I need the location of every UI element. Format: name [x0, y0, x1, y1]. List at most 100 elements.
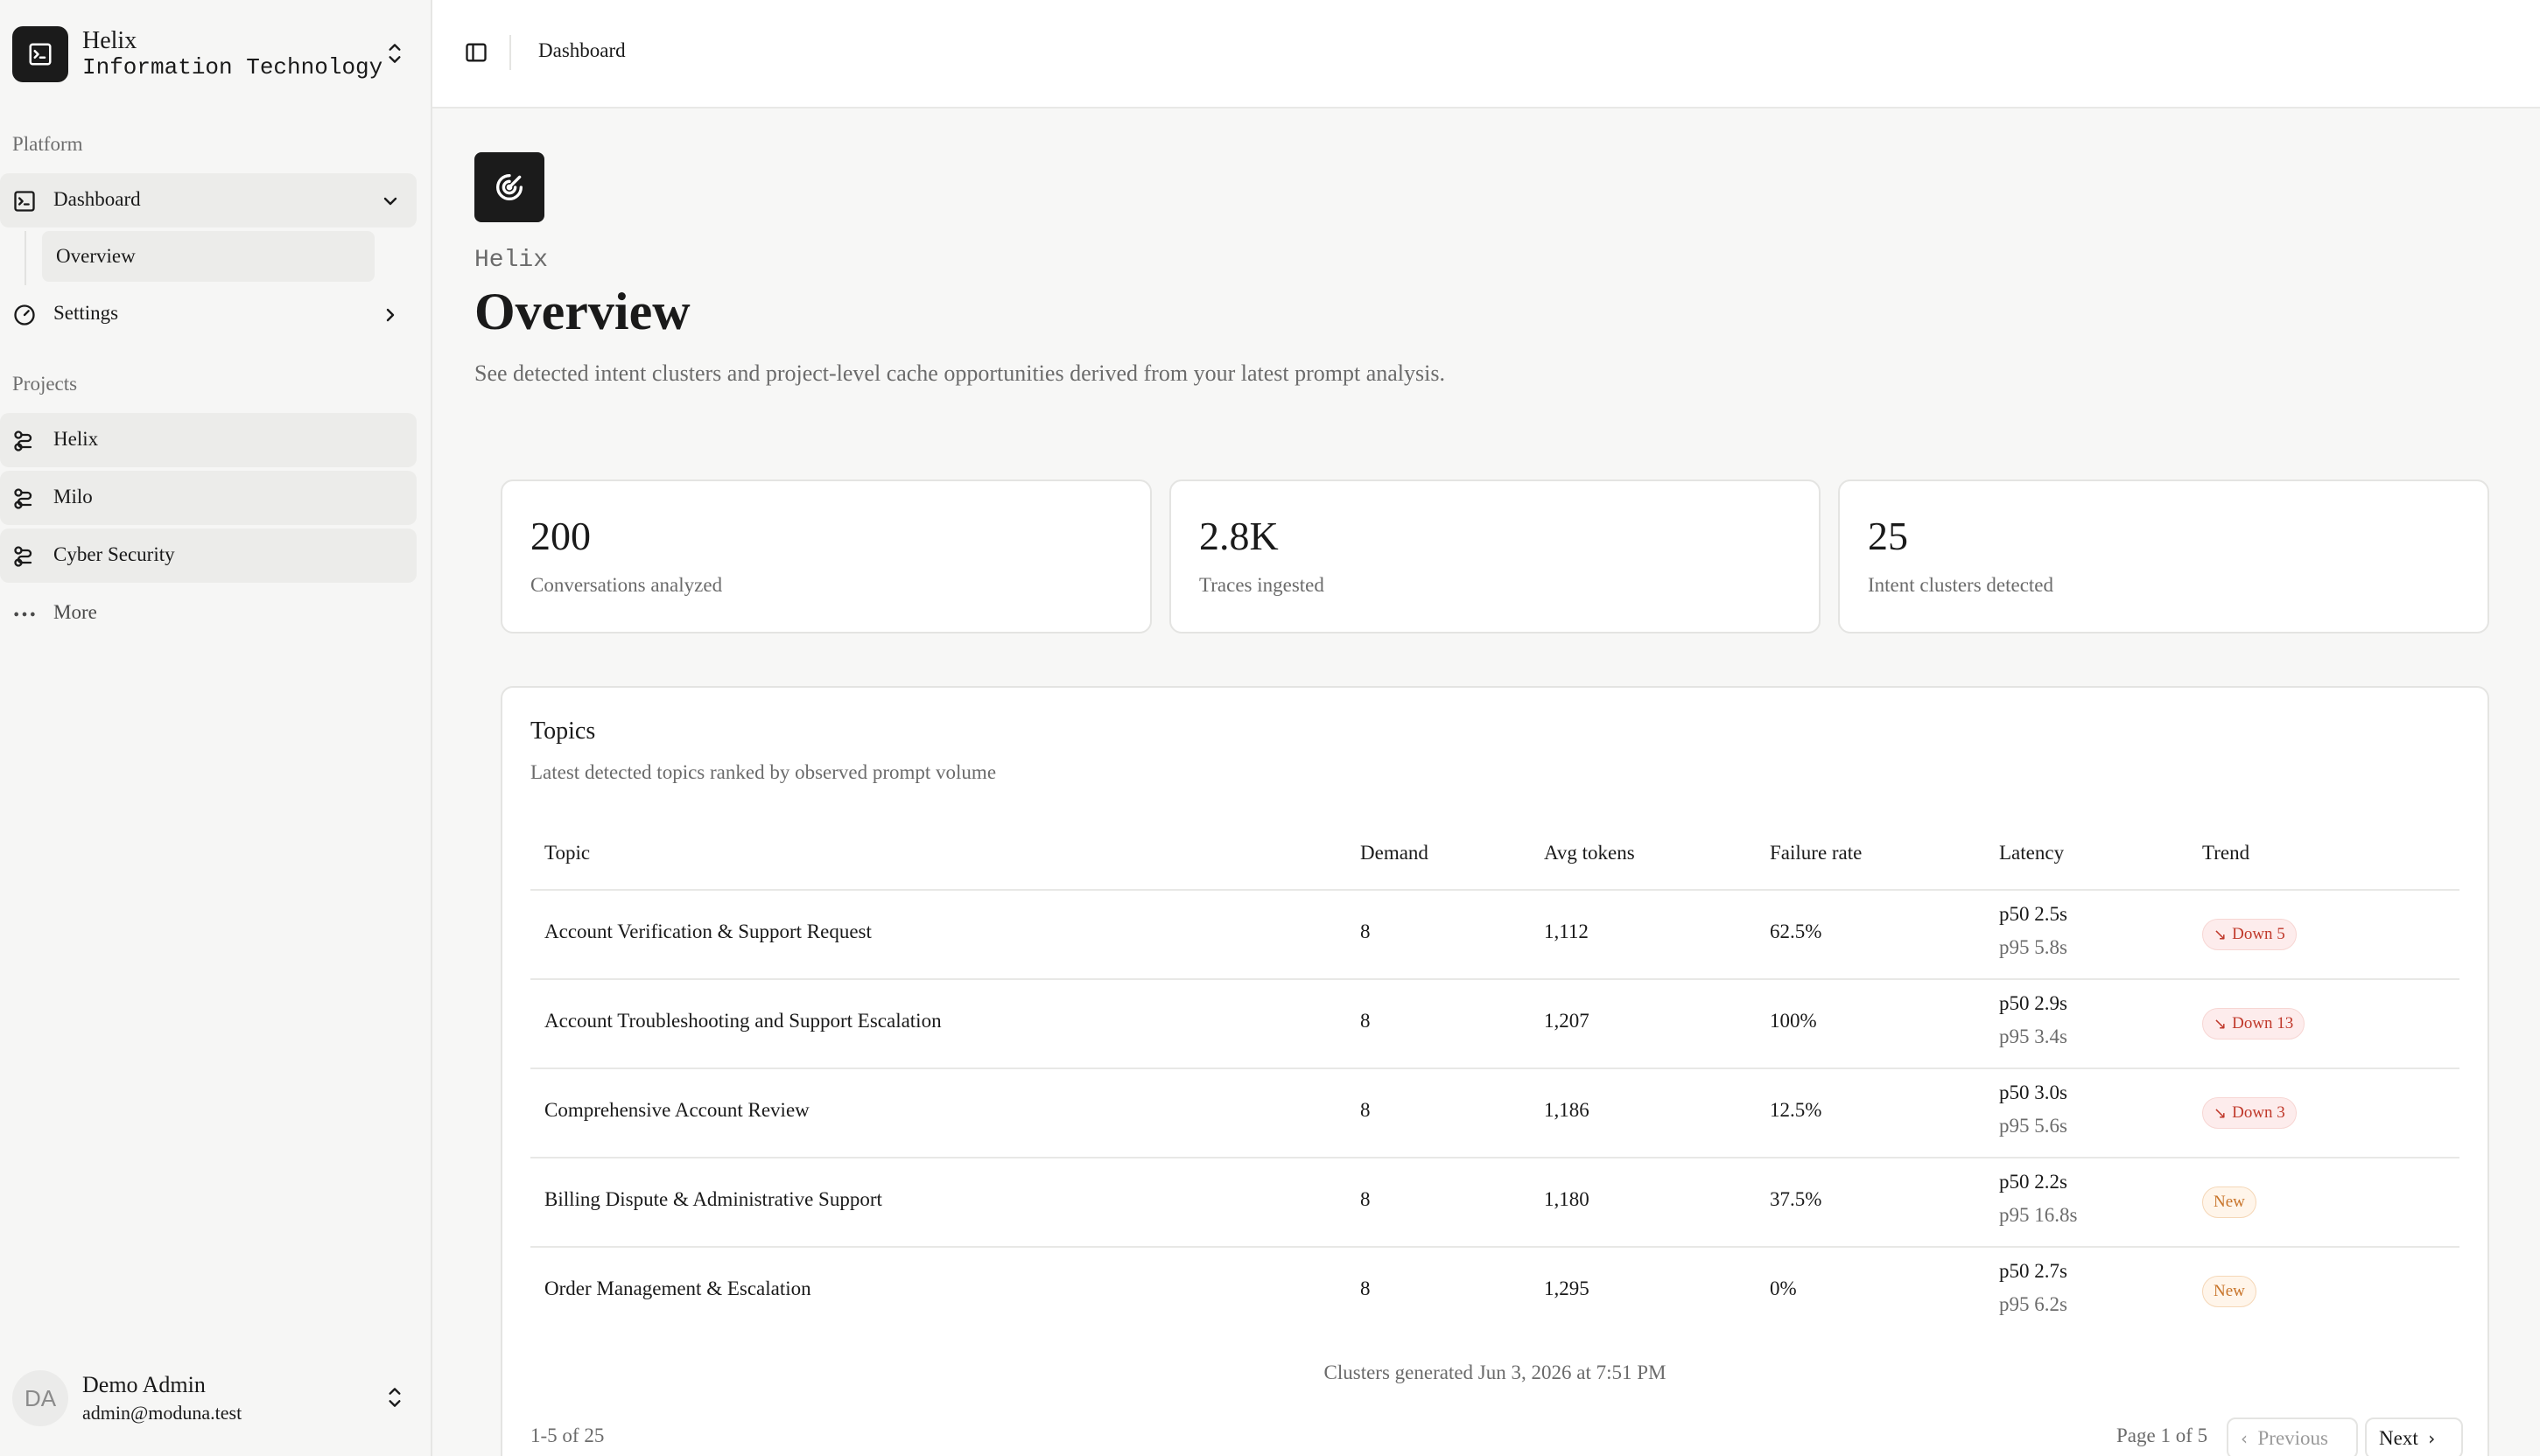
user-menu[interactable]: DA Demo Admin admin@moduna.test [12, 1370, 420, 1428]
org-subtitle: Information Technology [82, 54, 383, 81]
demand-cell: 8 [1360, 1099, 1371, 1121]
trend-label: Down 5 [2232, 925, 2285, 943]
latency-p50: p50 3.0s [1999, 1082, 2067, 1103]
latency-p50: p50 2.9s [1999, 992, 2067, 1014]
page-title: Overview [474, 283, 691, 340]
terminal-icon [12, 189, 37, 214]
topic-cell: Comprehensive Account Review [544, 1099, 810, 1121]
page-eyebrow: Helix [474, 247, 549, 274]
clusters-generated-note: Clusters generated Jun 3, 2026 at 7:51 P… [1323, 1362, 1666, 1383]
projects-label: Projects [12, 373, 78, 395]
trending-down-icon: ↘ [2214, 1103, 2228, 1123]
chevron-down-icon [380, 191, 401, 217]
user-email: admin@moduna.test [82, 1402, 242, 1424]
topics-subtitle: Latest detected topics ranked by observe… [530, 761, 997, 783]
demand-cell: 8 [1360, 1278, 1371, 1299]
previous-page-button[interactable]: ‹ Previous [2227, 1418, 2358, 1456]
row-divider [530, 1157, 2459, 1158]
topic-cell: Order Management & Escalation [544, 1278, 811, 1299]
chevron-left-icon: ‹ [2241, 1428, 2248, 1449]
column-header-demand[interactable]: Demand [1360, 842, 1428, 864]
trend-label: Down 13 [2232, 1014, 2294, 1032]
latency-p50: p50 2.5s [1999, 903, 2067, 925]
workflow-icon [12, 544, 37, 569]
column-header-failure-rate[interactable]: Failure rate [1770, 842, 1862, 864]
previous-label: Previous [2257, 1427, 2329, 1449]
avg-tokens-cell: 1,180 [1544, 1188, 1589, 1210]
avg-tokens-cell: 1,295 [1544, 1278, 1589, 1299]
platform-label: Platform [12, 133, 83, 155]
sidebar-item-label: Helix [53, 428, 99, 450]
column-header-trend[interactable]: Trend [2202, 842, 2249, 864]
row-divider [530, 978, 2459, 980]
target-icon [474, 152, 544, 222]
sidebar-item-label: Settings [53, 302, 119, 324]
sidebar-item-label: Cyber Security [53, 543, 175, 565]
latency-p95: p95 5.8s [1999, 936, 2067, 958]
stat-label: Conversations analyzed [530, 574, 723, 596]
sidebar: Helix Information Technology Platform Da… [0, 0, 432, 1456]
row-divider [530, 1246, 2459, 1248]
row-divider [530, 1068, 2459, 1069]
page-description: See detected intent clusters and project… [474, 360, 1445, 386]
topic-cell: Account Troubleshooting and Support Esca… [544, 1010, 942, 1032]
more-horizontal-icon [12, 602, 37, 626]
chevrons-up-down-icon [383, 1384, 406, 1415]
user-name: Demo Admin [82, 1372, 206, 1397]
stat-label: Intent clusters detected [1868, 574, 2054, 596]
pagination-range: 1-5 of 25 [530, 1424, 605, 1446]
breadcrumb[interactable]: Dashboard [538, 39, 626, 62]
latency-p95: p95 3.4s [1999, 1026, 2067, 1047]
failure-rate-cell: 37.5% [1770, 1188, 1822, 1210]
sidebar-item-label: Milo [53, 486, 93, 508]
avatar: DA [12, 1370, 68, 1426]
trend-badge: ↘ Down 3 [2202, 1097, 2297, 1129]
sidebar-project-cyber-security[interactable]: Cyber Security [0, 528, 417, 583]
next-page-button[interactable]: Next › [2365, 1418, 2463, 1456]
sidebar-project-helix[interactable]: Helix [0, 413, 417, 467]
avg-tokens-cell: 1,112 [1544, 920, 1589, 942]
topics-card: Topics Latest detected topics ranked by … [501, 686, 2489, 1456]
divider [509, 35, 511, 70]
workflow-icon [12, 486, 37, 511]
avg-tokens-cell: 1,186 [1544, 1099, 1589, 1121]
column-header-avg-tokens[interactable]: Avg tokens [1544, 842, 1635, 864]
latency-p95: p95 6.2s [1999, 1293, 2067, 1315]
chevron-right-icon: › [2428, 1428, 2436, 1449]
latency-p95: p95 5.6s [1999, 1115, 2067, 1137]
chevrons-up-down-icon [383, 40, 406, 71]
gauge-icon [12, 303, 37, 327]
column-header-latency[interactable]: Latency [1999, 842, 2064, 864]
sidebar-item-settings[interactable]: Settings [0, 287, 417, 341]
trend-label: New [2214, 1193, 2245, 1211]
trending-down-icon: ↘ [2214, 1014, 2228, 1033]
sidebar-toggle-icon[interactable] [464, 40, 488, 69]
trend-badge: New [2202, 1186, 2256, 1218]
avg-tokens-cell: 1,207 [1544, 1010, 1589, 1032]
latency-p50: p50 2.7s [1999, 1260, 2067, 1282]
sidebar-subitem-overview[interactable]: Overview [42, 231, 375, 282]
submenu-rail [25, 231, 26, 285]
sidebar-subitem-label: Overview [56, 245, 136, 267]
stat-card-conversations: 200 Conversations analyzed [501, 480, 1152, 634]
topbar: Dashboard [432, 0, 2540, 108]
demand-cell: 8 [1360, 920, 1371, 942]
failure-rate-cell: 0% [1770, 1278, 1797, 1299]
next-label: Next [2379, 1427, 2418, 1449]
topic-cell: Billing Dispute & Administrative Support [544, 1188, 882, 1210]
failure-rate-cell: 62.5% [1770, 920, 1822, 942]
latency-p50: p50 2.2s [1999, 1171, 2067, 1193]
failure-rate-cell: 100% [1770, 1010, 1817, 1032]
org-name: Helix [82, 26, 137, 54]
trend-badge: ↘ Down 13 [2202, 1008, 2305, 1040]
latency-p95: p95 16.8s [1999, 1204, 2078, 1226]
sidebar-item-more[interactable]: More [0, 586, 417, 640]
org-switcher[interactable]: Helix Information Technology [12, 24, 420, 84]
topics-title: Topics [530, 718, 596, 745]
sidebar-project-milo[interactable]: Milo [0, 471, 417, 525]
demand-cell: 8 [1360, 1188, 1371, 1210]
stat-card-clusters: 25 Intent clusters detected [1838, 480, 2489, 634]
stat-value: 200 [530, 514, 591, 558]
column-header-topic[interactable]: Topic [544, 842, 590, 864]
sidebar-item-dashboard[interactable]: Dashboard [0, 173, 417, 228]
